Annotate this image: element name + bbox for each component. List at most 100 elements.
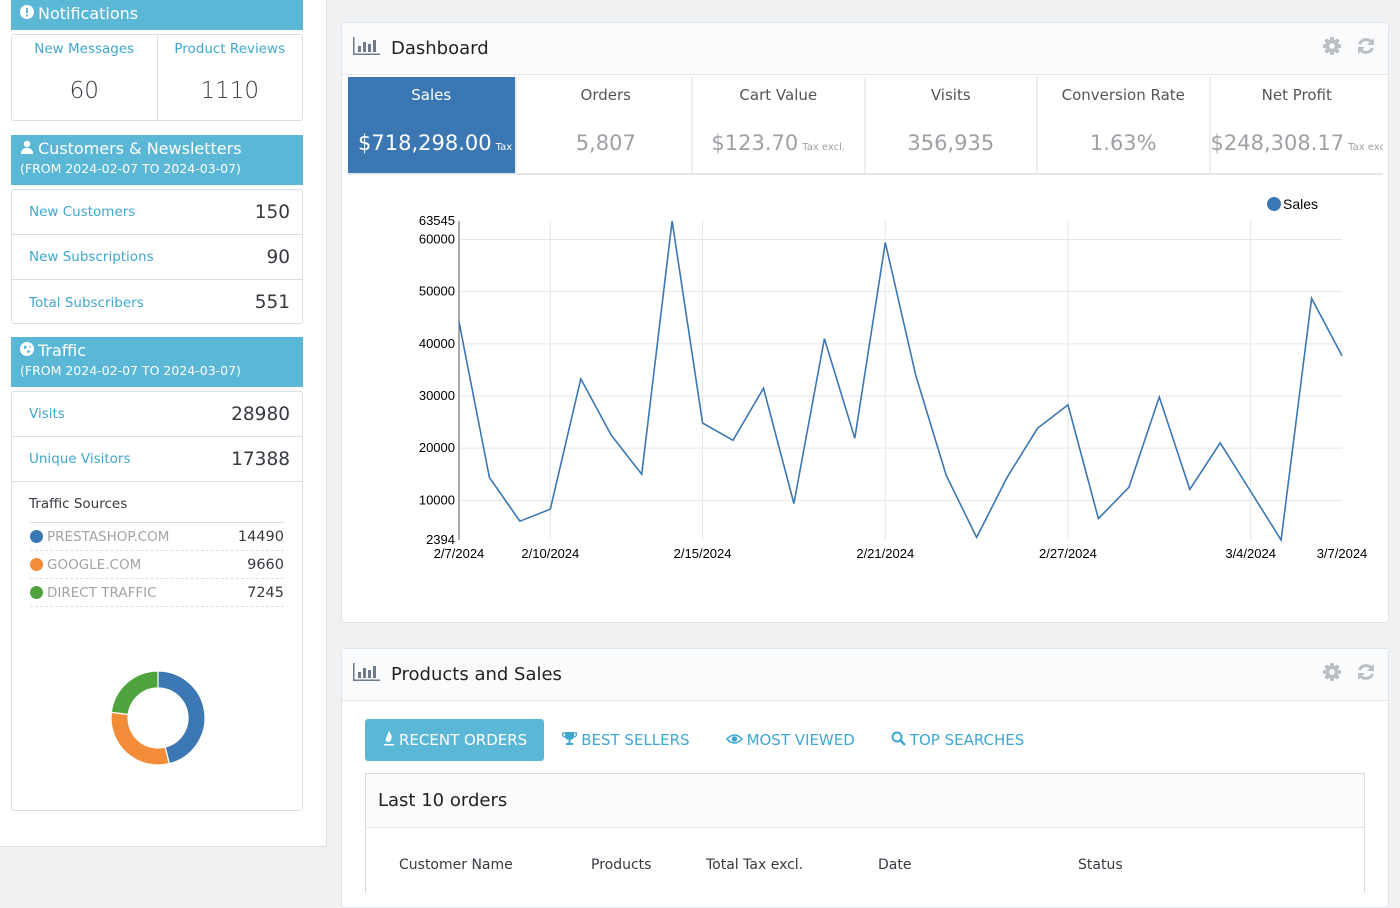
page-background-strip bbox=[1389, 0, 1400, 885]
kpi-value: $718,298.00Tax excl. bbox=[348, 131, 515, 155]
orders-title: Last 10 orders bbox=[366, 774, 1364, 828]
kpi-cart-value[interactable]: Cart Value $123.70 Tax excl. bbox=[693, 77, 866, 173]
tab-recent-orders[interactable]: RECENT ORDERS bbox=[365, 719, 544, 761]
total-subscribers-link[interactable]: Total Subscribers bbox=[29, 295, 144, 311]
kpi-label: Visits bbox=[866, 86, 1037, 104]
legend-dot-icon bbox=[30, 530, 43, 543]
product-reviews-count: 1110 bbox=[158, 78, 303, 104]
search-icon bbox=[891, 731, 906, 750]
tab-best-sellers[interactable]: BEST SELLERS bbox=[544, 719, 707, 761]
new-messages-cell[interactable]: New Messages 60 bbox=[12, 35, 157, 120]
source-value: 14490 bbox=[238, 529, 284, 545]
traffic-donut-chart bbox=[108, 668, 208, 768]
customers-range: (FROM 2024-02-07 TO 2024-03-07) bbox=[20, 161, 294, 177]
new-subscriptions-link[interactable]: New Subscriptions bbox=[29, 249, 154, 265]
kpi-label: Cart Value bbox=[693, 86, 864, 104]
tab-most-viewed[interactable]: MOST VIEWED bbox=[708, 719, 873, 761]
kpi-value-text: 5,807 bbox=[576, 131, 636, 155]
kpi-suffix: Tax excl. bbox=[1348, 142, 1383, 153]
recent-orders-box: Last 10 orders Customer Name Products To… bbox=[365, 773, 1365, 893]
y-tick-label: 40000 bbox=[419, 336, 455, 351]
tab-top-searches[interactable]: TOP SEARCHES bbox=[873, 719, 1042, 761]
kpi-orders[interactable]: Orders 5,807 bbox=[521, 77, 694, 173]
kpi-label: Orders bbox=[521, 86, 692, 104]
y-tick-label: 63545 bbox=[419, 213, 455, 228]
globe-icon bbox=[20, 339, 34, 363]
x-tick-label: 3/7/2024 bbox=[1317, 546, 1368, 561]
source-value: 7245 bbox=[247, 585, 284, 601]
gear-icon[interactable] bbox=[1322, 662, 1342, 687]
y-tick-label: 20000 bbox=[419, 440, 455, 455]
tab-label: TOP SEARCHES bbox=[910, 731, 1024, 749]
product-reviews-link[interactable]: Product Reviews bbox=[158, 41, 303, 57]
kpi-suffix: Tax excl. bbox=[496, 142, 517, 153]
traffic-header: Traffic (FROM 2024-02-07 TO 2024-03-07) bbox=[11, 337, 303, 387]
traffic-sources-list: PRESTASHOP.COM 14490 GOOGLE.COM 9660 DIR… bbox=[30, 522, 284, 607]
kpi-tabs: Sales $718,298.00Tax excl. Orders 5,807 … bbox=[348, 77, 1383, 175]
y-tick-label: 30000 bbox=[419, 388, 455, 403]
new-messages-link[interactable]: New Messages bbox=[12, 41, 157, 57]
kpi-value-text: 356,935 bbox=[907, 131, 994, 155]
legend-dot-icon bbox=[1267, 197, 1281, 211]
column-header: Total Tax excl. bbox=[706, 857, 803, 873]
kpi-conversion-rate[interactable]: Conversion Rate 1.63% bbox=[1038, 77, 1211, 173]
column-header: Date bbox=[878, 857, 911, 873]
user-icon bbox=[20, 137, 34, 161]
gear-icon[interactable] bbox=[1322, 36, 1342, 61]
x-tick-label: 3/4/2024 bbox=[1225, 546, 1276, 561]
unique-visitors-row: Unique Visitors 17388 bbox=[12, 437, 302, 482]
new-customers-link[interactable]: New Customers bbox=[29, 204, 135, 220]
dashboard-header: Dashboard bbox=[342, 23, 1388, 75]
product-reviews-cell[interactable]: Product Reviews 1110 bbox=[157, 35, 303, 120]
y-tick-label: 10000 bbox=[419, 492, 455, 507]
orders-table-header: Customer Name Products Total Tax excl. D… bbox=[366, 828, 1364, 888]
donut-slice bbox=[111, 712, 169, 765]
traffic-source-item: PRESTASHOP.COM 14490 bbox=[30, 523, 284, 551]
traffic-range: (FROM 2024-02-07 TO 2024-03-07) bbox=[20, 363, 294, 379]
source-label: DIRECT TRAFFIC bbox=[47, 585, 157, 601]
traffic-title: Traffic bbox=[38, 339, 86, 363]
kpi-sales[interactable]: Sales $718,298.00Tax excl. bbox=[348, 77, 517, 173]
source-value: 9660 bbox=[247, 557, 284, 573]
customers-box: New Customers 150 New Subscriptions 90 T… bbox=[11, 189, 303, 324]
legend-dot-icon bbox=[30, 558, 43, 571]
kpi-net-profit[interactable]: Net Profit $248,308.17Tax excl. bbox=[1211, 77, 1384, 173]
refresh-icon[interactable] bbox=[1356, 662, 1376, 687]
unique-visitors-link[interactable]: Unique Visitors bbox=[29, 451, 131, 467]
column-header: Status bbox=[1078, 857, 1123, 873]
notifications-title: Notifications bbox=[38, 2, 138, 26]
kpi-label: Sales bbox=[348, 86, 515, 104]
source-label: GOOGLE.COM bbox=[47, 557, 141, 573]
kpi-value-text: $248,308.17 bbox=[1211, 131, 1345, 155]
bar-chart-icon bbox=[353, 37, 380, 60]
traffic-sources-title: Traffic Sources bbox=[12, 482, 302, 512]
kpi-value: 5,807 bbox=[521, 131, 692, 155]
products-tabs: RECENT ORDERS BEST SELLERS MOST VIEWED T… bbox=[342, 701, 1388, 761]
x-tick-label: 2/27/2024 bbox=[1039, 546, 1097, 561]
visits-value: 28980 bbox=[231, 404, 290, 425]
total-subscribers-value: 551 bbox=[255, 292, 290, 313]
y-tick-label: 2394 bbox=[426, 532, 455, 547]
products-sales-header: Products and Sales bbox=[342, 649, 1388, 701]
total-subscribers-row: Total Subscribers 551 bbox=[12, 280, 302, 325]
exclamation-icon bbox=[20, 2, 34, 26]
kpi-value-text: $123.70 bbox=[711, 131, 798, 155]
dashboard-title: Dashboard bbox=[391, 38, 489, 59]
products-sales-panel: Products and Sales RECENT ORDERS BEST SE… bbox=[341, 648, 1389, 908]
y-tick-label: 60000 bbox=[419, 231, 455, 246]
kpi-suffix: Tax excl. bbox=[802, 142, 845, 153]
notifications-box: New Messages 60 Product Reviews 1110 bbox=[11, 34, 303, 121]
legend-dot-icon bbox=[30, 586, 43, 599]
notifications-header: Notifications bbox=[11, 0, 303, 30]
kpi-visits[interactable]: Visits 356,935 bbox=[866, 77, 1039, 173]
kpi-label: Net Profit bbox=[1211, 86, 1384, 104]
refresh-icon[interactable] bbox=[1356, 36, 1376, 61]
customers-title: Customers & Newsletters bbox=[38, 137, 242, 161]
tab-label: RECENT ORDERS bbox=[399, 731, 527, 749]
traffic-source-item: GOOGLE.COM 9660 bbox=[30, 551, 284, 579]
new-messages-count: 60 bbox=[12, 78, 157, 104]
source-label: PRESTASHOP.COM bbox=[47, 529, 169, 545]
sales-series-line bbox=[459, 221, 1342, 540]
visits-link[interactable]: Visits bbox=[29, 406, 65, 422]
dashboard-panel: Dashboard Sales $718,298.00Tax excl. Ord… bbox=[341, 22, 1389, 623]
